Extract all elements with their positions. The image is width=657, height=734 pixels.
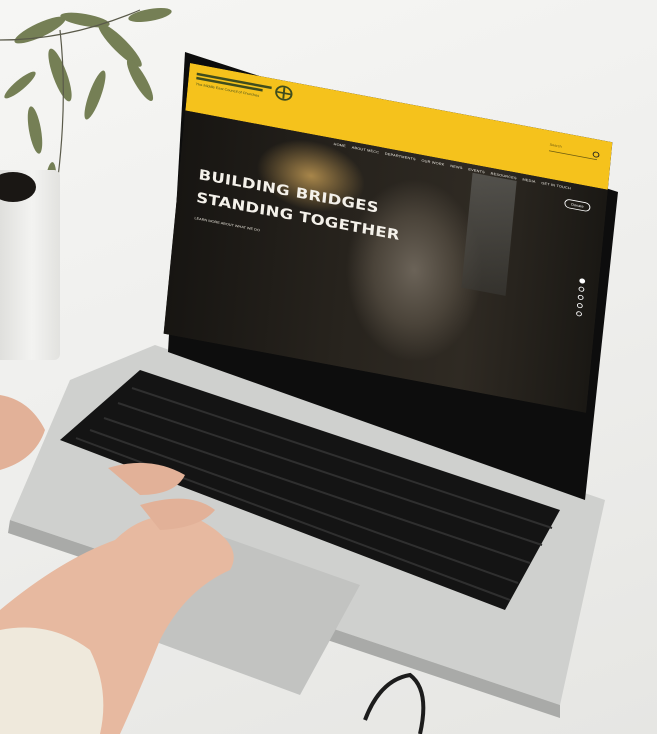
search-placeholder: Search [549, 142, 563, 149]
site-logo[interactable]: The Middle East Council of Churches [196, 72, 272, 100]
photo-scene: The Middle East Council of Churches Sear… [0, 0, 657, 734]
cross-emblem-icon [274, 84, 294, 103]
slider-dot[interactable] [576, 302, 583, 309]
hero-window [461, 172, 517, 296]
slider-dot[interactable] [575, 310, 583, 317]
search-icon[interactable] [592, 151, 600, 159]
search-input[interactable]: Search [548, 142, 600, 161]
slider-dot[interactable] [578, 286, 585, 293]
slider-dot-active[interactable] [579, 278, 586, 284]
slider-dot[interactable] [577, 294, 584, 301]
